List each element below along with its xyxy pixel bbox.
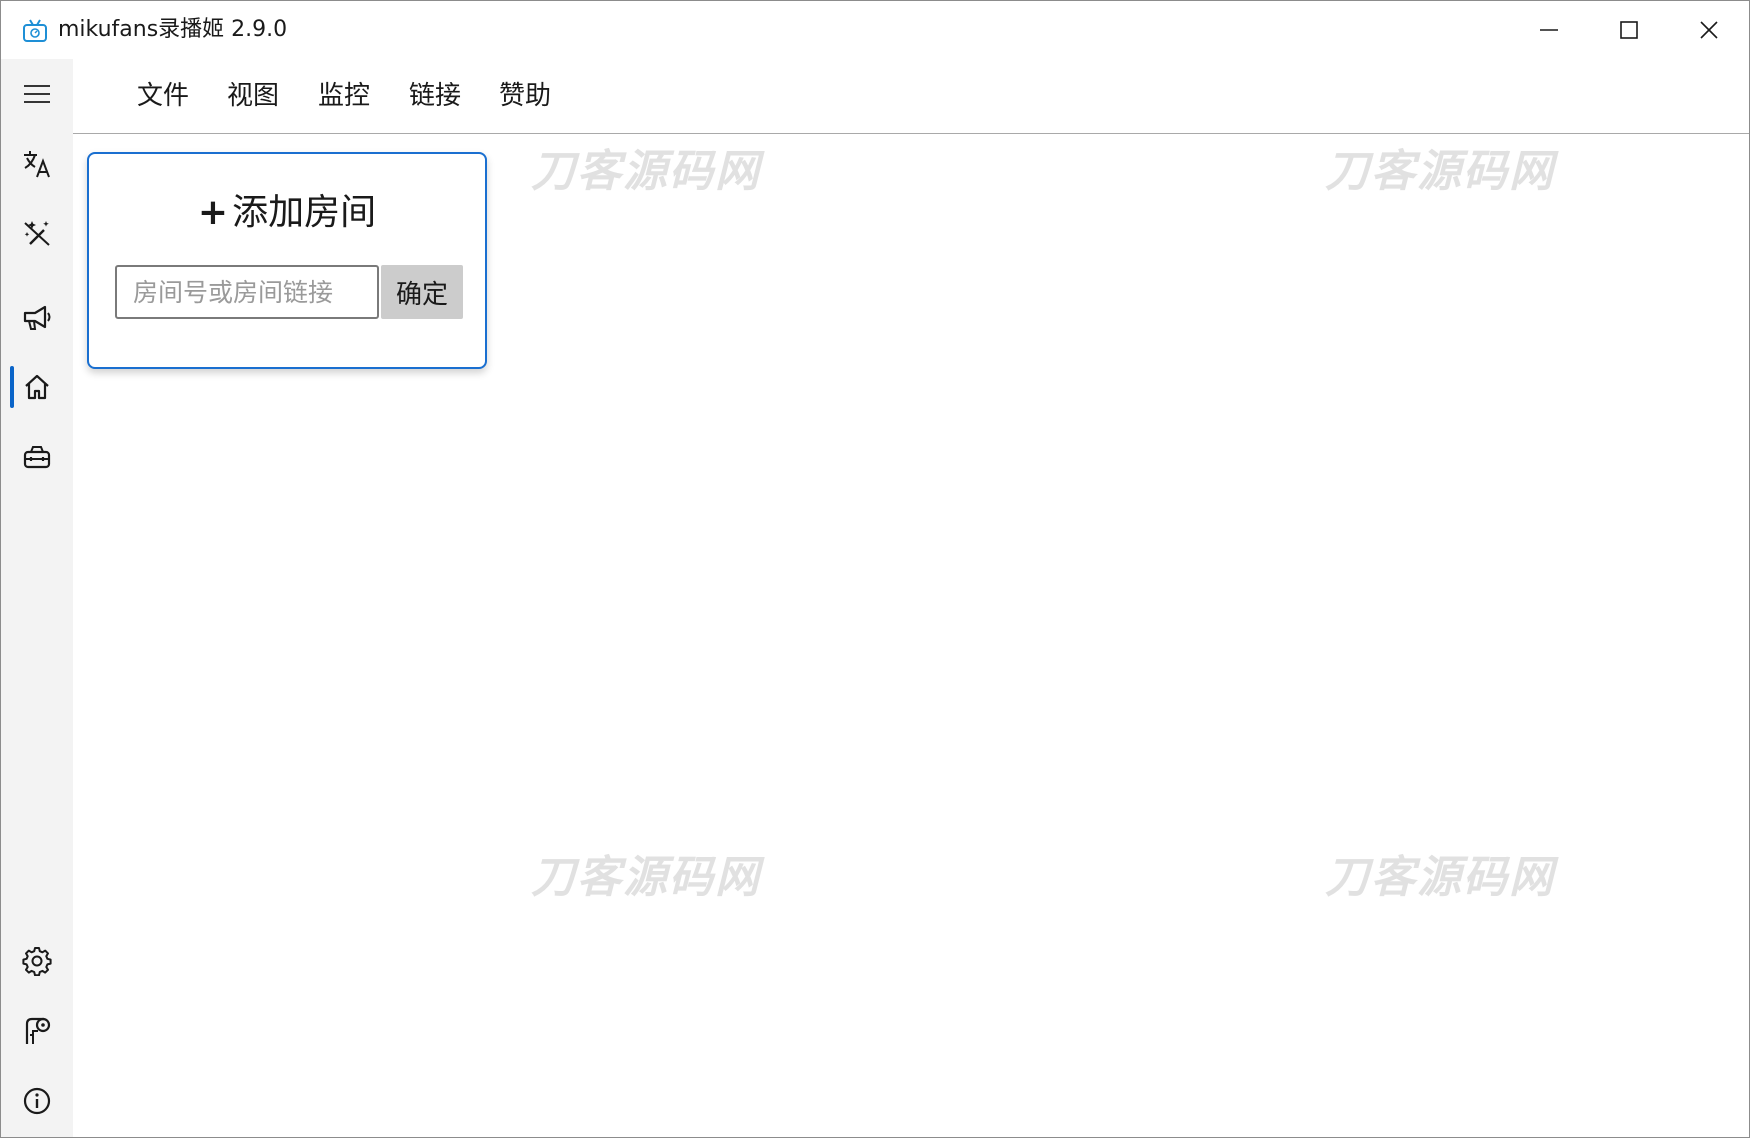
menu-monitor[interactable]: 监控 <box>316 78 372 114</box>
watermark: 刀客源码网 <box>1325 146 1555 197</box>
title-bar[interactable]: mikufans录播姬 2.9.0 <box>1 1 1749 59</box>
gear-icon <box>22 947 52 976</box>
minimize-button[interactable] <box>1509 1 1589 59</box>
sidebar-item-settings[interactable] <box>7 931 67 991</box>
sidebar-item-announcements[interactable] <box>7 287 67 347</box>
navigation-sidebar <box>1 59 73 1137</box>
close-button[interactable] <box>1669 1 1749 59</box>
translate-icon <box>24 151 50 178</box>
sidebar-item-about[interactable] <box>7 1071 67 1131</box>
maximize-icon <box>1620 21 1638 39</box>
minimize-icon <box>1540 29 1558 31</box>
watermark: 刀客源码网 <box>1325 852 1555 903</box>
log-icon <box>25 1017 51 1044</box>
menu-links[interactable]: 链接 <box>407 78 463 114</box>
tv-app-icon <box>22 19 48 43</box>
info-icon <box>23 1087 51 1115</box>
add-room-title-text: 添加房间 <box>232 192 377 233</box>
menu-sponsor[interactable]: 赞助 <box>497 78 553 114</box>
plus-icon: + <box>197 192 229 233</box>
sidebar-item-toolbox[interactable] <box>7 427 67 487</box>
close-icon <box>1700 21 1718 39</box>
sidebar-item-home[interactable] <box>7 357 67 417</box>
sidebar-menu-toggle[interactable] <box>7 64 67 124</box>
home-icon <box>25 374 49 400</box>
confirm-button[interactable]: 确定 <box>381 265 463 319</box>
menu-view[interactable]: 视图 <box>225 78 281 114</box>
watermark: 刀客源码网 <box>531 852 761 903</box>
window-title: mikufans录播姬 2.9.0 <box>58 17 288 42</box>
toolbox-icon <box>23 446 51 469</box>
add-room-card: +添加房间 确定 <box>87 152 487 369</box>
app-window: mikufans录播姬 2.9.0 文件 视图 监控 链接 赞助 刀客源码网 刀… <box>0 0 1750 1138</box>
room-id-input[interactable] <box>115 265 379 319</box>
menu-file[interactable]: 文件 <box>135 78 191 114</box>
sidebar-item-logs[interactable] <box>7 1001 67 1061</box>
magic-wand-off-icon <box>24 221 50 246</box>
maximize-button[interactable] <box>1589 1 1669 59</box>
menu-bar: 文件 视图 监控 链接 赞助 <box>73 59 1749 134</box>
sidebar-item-effects[interactable] <box>7 203 67 263</box>
menu-icon <box>24 85 50 103</box>
megaphone-icon <box>23 305 51 330</box>
watermark: 刀客源码网 <box>531 146 761 197</box>
add-room-title: + 添加房间 <box>89 190 485 236</box>
sidebar-item-language[interactable] <box>7 134 67 194</box>
